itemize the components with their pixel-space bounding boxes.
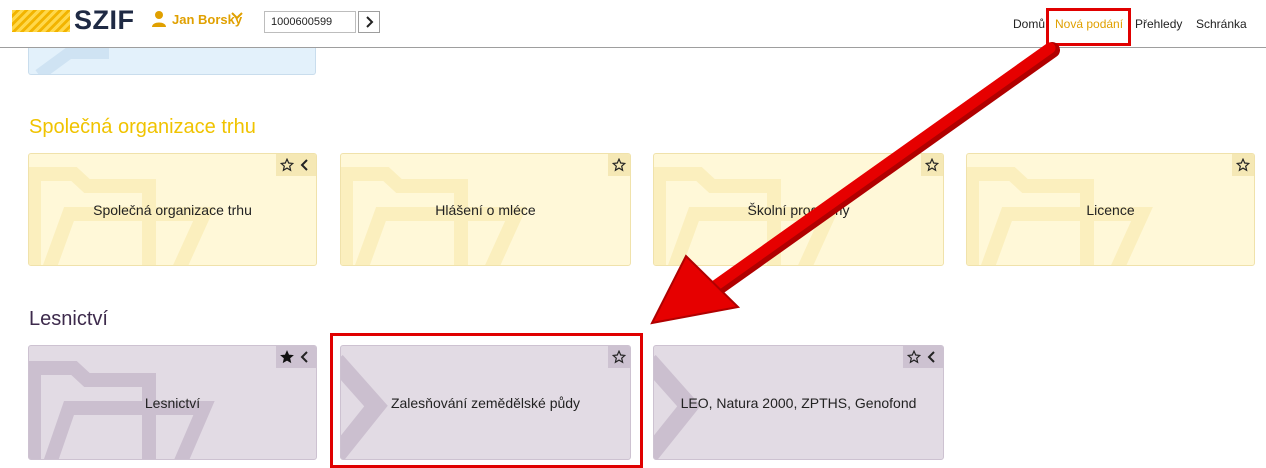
folder-icon xyxy=(35,48,109,74)
star-icon[interactable] xyxy=(1236,158,1250,172)
nav-inbox[interactable]: Schránka xyxy=(1196,17,1247,31)
tile-label: LEO, Natura 2000, ZPTHS, Genofond xyxy=(680,394,917,411)
section-title-forestry: Lesnictví xyxy=(29,308,108,330)
tile-label: Společná organizace trhu xyxy=(93,201,252,218)
star-icon[interactable] xyxy=(907,350,921,364)
nav-overviews[interactable]: Přehledy xyxy=(1135,17,1182,31)
chevron-right-icon xyxy=(366,16,374,28)
annotation-highlight-box xyxy=(1046,8,1131,46)
star-icon[interactable] xyxy=(612,158,626,172)
nav-home[interactable]: Domů xyxy=(1013,17,1045,31)
tile-leo-natura[interactable]: LEO, Natura 2000, ZPTHS, Genofond xyxy=(653,345,944,460)
tile-tools xyxy=(1232,154,1254,176)
tile-tools xyxy=(608,154,630,176)
star-icon[interactable] xyxy=(925,158,939,172)
tile-partial[interactable] xyxy=(28,48,316,75)
chevron-down-icon[interactable] xyxy=(230,9,244,23)
tile-label: Licence xyxy=(1086,201,1135,218)
tile-school-programs[interactable]: Školní programy xyxy=(653,153,944,266)
chevron-left-icon[interactable] xyxy=(298,158,312,172)
chevron-left-icon[interactable] xyxy=(925,350,939,364)
star-icon[interactable] xyxy=(280,158,294,172)
tile-label: Hlášení o mléce xyxy=(435,201,536,218)
user-icon xyxy=(152,11,166,27)
tile-licences[interactable]: Licence xyxy=(966,153,1255,266)
tile-label: Školní programy xyxy=(747,201,850,218)
section-title-market: Společná organizace trhu xyxy=(29,116,256,138)
go-button[interactable] xyxy=(358,11,380,33)
tile-tools xyxy=(921,154,943,176)
tile-tools xyxy=(903,346,943,368)
logo[interactable]: SZIF xyxy=(74,5,135,36)
client-id-input[interactable] xyxy=(264,11,356,33)
tile-tools xyxy=(276,154,316,176)
tile-milk-reporting[interactable]: Hlášení o mléce xyxy=(340,153,631,266)
tile-tools xyxy=(276,346,316,368)
tile-forestry[interactable]: Lesnictví xyxy=(28,345,317,460)
tile-market-organization[interactable]: Společná organizace trhu xyxy=(28,153,317,266)
annotation-highlight-box xyxy=(330,333,643,468)
star-filled-icon[interactable] xyxy=(280,350,294,364)
chevron-left-icon[interactable] xyxy=(298,350,312,364)
logo-stripes xyxy=(12,10,70,32)
tile-label: Lesnictví xyxy=(144,394,201,411)
